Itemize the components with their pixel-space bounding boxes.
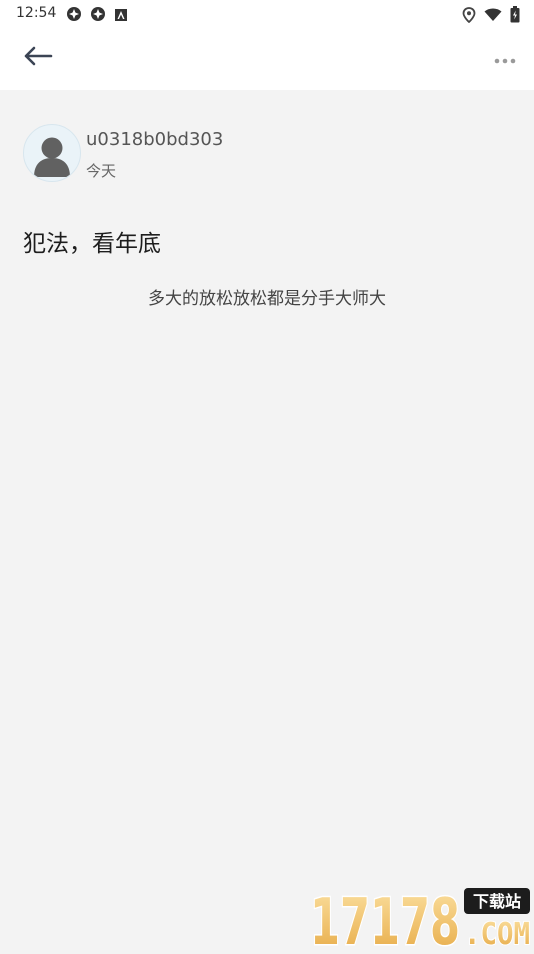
watermark-download-label: 下载站 <box>473 892 521 911</box>
wifi-icon <box>484 7 502 26</box>
arrow-left-icon <box>23 46 53 70</box>
back-button[interactable] <box>20 42 56 74</box>
post-title: 犯法，看年底 <box>23 231 161 257</box>
status-right-icons <box>462 6 520 27</box>
more-horizontal-icon <box>494 49 516 68</box>
post-content: u0318b0bd303 今天 犯法，看年底 多大的放松放松都是分手大师大 <box>0 90 534 950</box>
status-time: 12:54 <box>16 5 57 21</box>
post-body: 多大的放松放松都是分手大师大 <box>148 289 386 309</box>
user-avatar-icon <box>23 124 81 182</box>
app-notification-icon <box>90 6 106 26</box>
status-left-icons <box>66 6 128 26</box>
watermark-logo: 17178 下载站 .COM <box>308 885 534 954</box>
android-notification-icon <box>114 7 128 26</box>
author-row: u0318b0bd303 今天 <box>23 124 483 182</box>
status-bar: 12:54 <box>0 0 534 28</box>
watermark-domain: .COM <box>464 917 530 950</box>
post-date: 今天 <box>86 162 117 180</box>
more-button[interactable] <box>490 46 520 70</box>
app-notification-icon <box>66 6 82 26</box>
author-name: u0318b0bd303 <box>86 129 224 150</box>
location-icon <box>462 6 476 27</box>
watermark-number: 17178 <box>310 888 460 950</box>
app-bar <box>0 28 534 90</box>
battery-icon <box>510 6 520 27</box>
